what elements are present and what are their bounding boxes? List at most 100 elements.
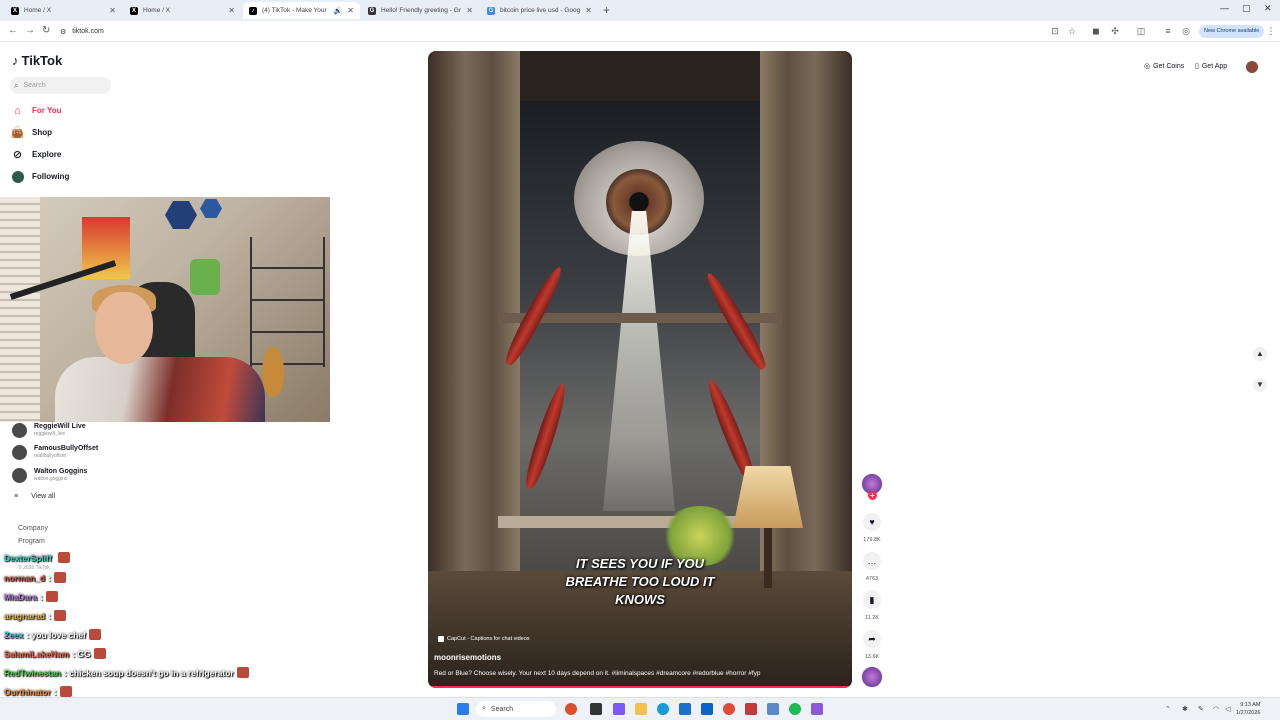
store-icon[interactable] <box>679 703 691 715</box>
chat-emote-icon <box>236 667 249 678</box>
next-video-button[interactable]: ▼ <box>1253 378 1267 392</box>
close-icon[interactable]: ✕ <box>109 6 116 15</box>
close-icon[interactable]: ✕ <box>466 6 473 15</box>
video-author[interactable]: moonrisemotions <box>434 653 501 662</box>
spotify-icon[interactable] <box>789 703 801 715</box>
tab-title: bitcoin price live usd - Google <box>500 7 581 14</box>
search-icon: ⌕ <box>14 80 19 90</box>
taskbar-search[interactable]: ⌕ Search <box>476 701 556 717</box>
music-disc-avatar[interactable] <box>861 666 883 688</box>
volume-icon[interactable]: ◁ <box>1225 705 1230 713</box>
close-icon[interactable]: ✕ <box>585 6 592 15</box>
menu-dots-icon[interactable]: ⋮ <box>1266 26 1276 36</box>
follow-plus-icon[interactable]: + <box>868 491 877 500</box>
extensions-puzzle-icon[interactable]: ✣ <box>1110 26 1120 36</box>
browser-tab-strip: X Home / X ✕ X Home / X ✕ ♪ (4) TikTok -… <box>0 0 1280 21</box>
browser-tab[interactable]: X Home / X ✕ <box>5 2 122 19</box>
site-info-icon[interactable]: ⚙ <box>60 28 66 36</box>
media-controls-icon[interactable]: ≡ <box>1163 26 1173 36</box>
capcut-tag[interactable]: CapCut - Captions for chat videos <box>438 636 530 642</box>
tray-chevron-icon[interactable]: ⌃ <box>1165 705 1171 713</box>
account-handle: walton.goggins <box>34 476 68 482</box>
task-view-icon[interactable] <box>590 703 602 715</box>
chat-message: aragnarad: <box>4 610 66 621</box>
close-icon[interactable]: ✕ <box>347 6 354 15</box>
browser-tab-active[interactable]: ♪ (4) TikTok - Make Your Day 🔊 ✕ <box>243 2 360 19</box>
search-input[interactable]: ⌕ Search <box>10 77 111 94</box>
profile-avatar[interactable] <box>1246 61 1258 73</box>
coin-icon: ◎ <box>1144 63 1151 70</box>
previous-video-button[interactable]: ▲ <box>1253 347 1267 361</box>
app-icon[interactable] <box>811 703 823 715</box>
bookmark-star-icon[interactable]: ☆ <box>1067 26 1077 36</box>
file-explorer-icon[interactable] <box>635 703 647 715</box>
browser-tab[interactable]: G bitcoin price live usd - Google ✕ <box>481 2 598 19</box>
windows-start-icon[interactable] <box>457 703 469 715</box>
widgets-icon[interactable] <box>565 703 577 715</box>
reload-icon[interactable]: ↻ <box>42 25 50 36</box>
browser-tab[interactable]: G Hello! Friendly greeting - Grok ✕ <box>362 2 479 19</box>
like-button[interactable]: ♥ <box>863 513 881 531</box>
chat-emote-icon <box>59 686 72 697</box>
new-tab-button[interactable]: + <box>603 3 610 17</box>
get-coins-label: Get Coins <box>1153 62 1185 70</box>
vpn-icon[interactable] <box>701 703 713 715</box>
share-count: 13.6K <box>864 654 880 660</box>
share-button[interactable]: ➦ <box>863 630 881 648</box>
browser-tab[interactable]: X Home / X ✕ <box>124 2 241 19</box>
chat-emote-icon <box>57 552 70 563</box>
following-account[interactable]: Walton Goggins walton.goggins <box>12 468 87 483</box>
profile-icon[interactable]: ◎ <box>1181 26 1191 36</box>
pen-icon[interactable]: ✎ <box>1198 705 1204 713</box>
copilot-icon[interactable] <box>613 703 625 715</box>
system-clock[interactable]: 9:13 AM 1/27/2026 <box>1236 701 1260 717</box>
bluetooth-icon[interactable]: ✱ <box>1182 705 1188 713</box>
close-icon[interactable]: ✕ <box>228 6 235 15</box>
minimize-button[interactable]: — <box>1220 3 1229 13</box>
save-button[interactable]: ▮ <box>863 591 881 609</box>
speaker-icon[interactable]: 🔊 <box>334 7 343 15</box>
install-app-icon[interactable]: ⊡ <box>1050 26 1060 36</box>
chat-message: Ourthinator: <box>4 686 72 697</box>
save-count: 11.2K <box>865 615 879 621</box>
maximize-button[interactable]: ▢ <box>1242 3 1251 14</box>
nav-following[interactable]: Following <box>11 170 69 183</box>
close-window-button[interactable]: ✕ <box>1264 3 1272 14</box>
capcut-label: CapCut - Captions for chat videos <box>447 636 530 642</box>
extension-icon[interactable]: ◼ <box>1091 26 1101 36</box>
url-field[interactable]: ⚙ tiktok.com <box>60 24 1040 39</box>
address-bar: ← → ↻ ⚙ tiktok.com ⊡ ☆ ◼ ✣ ◫ ≡ ◎ <box>0 21 1280 42</box>
chat-message: SalamiLakeNam: GG <box>4 648 106 659</box>
nav-explore[interactable]: ⊘ Explore <box>11 148 61 161</box>
video-progress-bar[interactable] <box>428 686 852 688</box>
comment-count: 4763 <box>865 576 879 582</box>
edge-icon[interactable] <box>657 703 669 715</box>
app-icon[interactable] <box>745 703 757 715</box>
copyright: © 2026 TikTok <box>18 565 50 571</box>
compass-icon: ⊘ <box>12 149 23 161</box>
chat-username: MiaDara <box>4 591 38 602</box>
nav-for-you[interactable]: ⌂ For You <box>11 104 61 117</box>
chrome-icon[interactable] <box>723 703 735 715</box>
get-app-button[interactable]: ▯ Get App <box>1195 62 1227 71</box>
wall-shelf <box>250 237 325 367</box>
view-all-link[interactable]: ≡ View all <box>14 493 55 500</box>
comment-button[interactable]: … <box>863 552 881 570</box>
capcut-icon <box>438 636 444 642</box>
following-account[interactable]: ReggieWill Live reggiewill_live <box>12 423 86 438</box>
split-view-icon[interactable]: ◫ <box>1136 26 1146 36</box>
following-account[interactable]: FamousBullyOffset realfbullyoffset <box>12 445 98 460</box>
wifi-icon[interactable]: ◠ <box>1213 705 1219 713</box>
footer-company-link[interactable]: Company <box>18 525 48 532</box>
chat-text: : GG <box>72 648 91 659</box>
chrome-update-badge[interactable]: New Chrome available <box>1199 25 1265 38</box>
streamer-body <box>55 357 265 422</box>
back-icon[interactable]: ← <box>8 25 18 36</box>
video-player[interactable]: IT SEES YOU IF YOU BREATHE TOO LOUD IT K… <box>428 51 852 688</box>
forward-icon[interactable]: → <box>25 25 35 36</box>
footer-program-link[interactable]: Program <box>18 538 45 545</box>
tiktok-logo[interactable]: ♪ TikTok <box>12 53 62 68</box>
nav-shop[interactable]: 👜 Shop <box>11 126 52 139</box>
get-coins-button[interactable]: ◎ Get Coins <box>1144 62 1185 71</box>
app-icon[interactable] <box>767 703 779 715</box>
